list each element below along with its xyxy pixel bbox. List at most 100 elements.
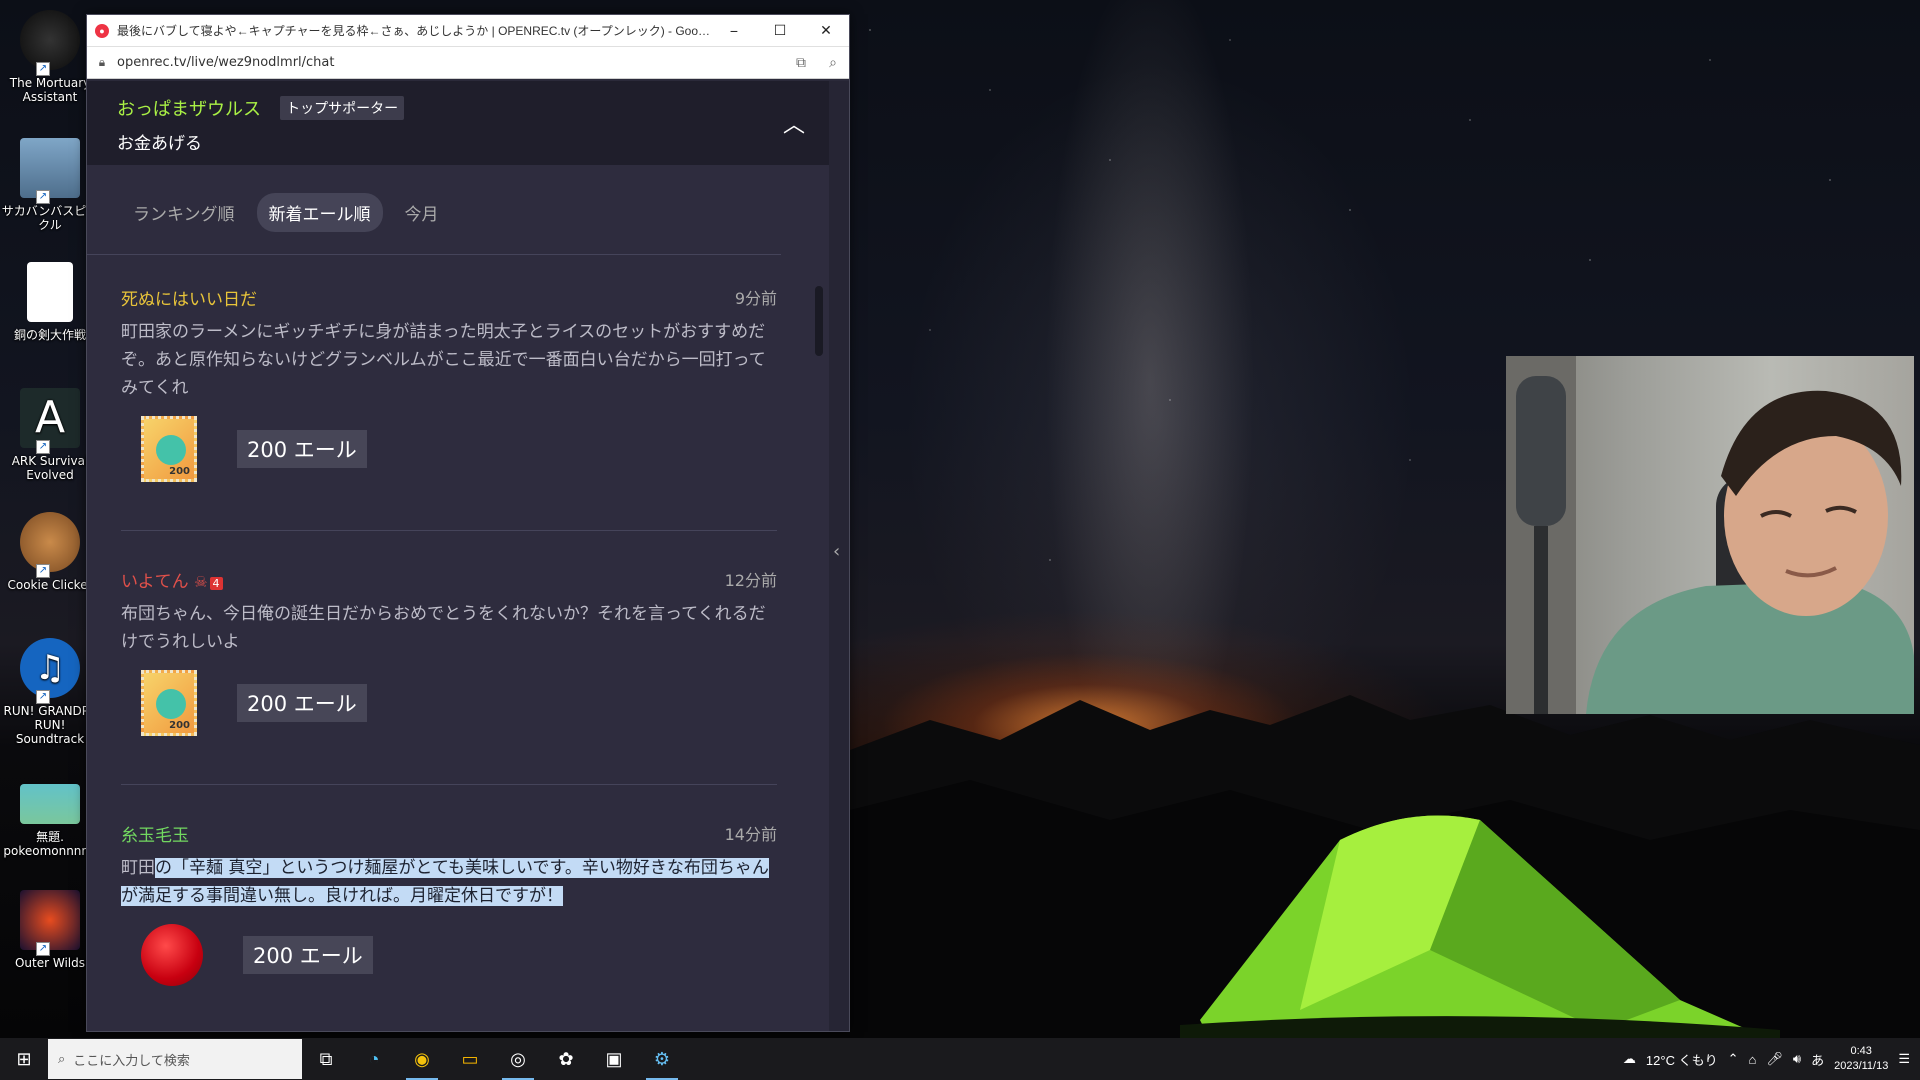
- desktop-icon-run-grandpa[interactable]: ♫ ↗ RUN! GRANDPA RUN! Soundtrack: [0, 638, 100, 746]
- ale-gift: 200 エール: [141, 924, 829, 986]
- network-icon[interactable]: ⌂: [1749, 1052, 1757, 1067]
- ale-username[interactable]: いよてん: [121, 572, 189, 592]
- stamp-icon: 200: [141, 416, 197, 482]
- mortuary-assistant-icon: ↗: [20, 10, 80, 76]
- ale-message: 布団ちゃん、今日俺の誕生日だからおめでとうをくれないか？それを言ってくれるだけで…: [121, 604, 766, 652]
- ale-item: 死ぬにはいい日だ 9分前 町田家のラーメンにギッチギチに身が詰まった明太子とライ…: [87, 285, 829, 482]
- desktop-icon-outer-wilds[interactable]: ↗ Outer Wilds: [0, 890, 100, 970]
- top-supporter-badge: トップサポーター: [280, 96, 405, 120]
- ale-gift: 200 200 エール: [141, 416, 829, 482]
- title-bar[interactable]: ● 最後にバブして寝よや←キャプチャーを見る枠←さぁ、あじしようか | OPEN…: [87, 15, 849, 47]
- ale-amount: 200 エール: [243, 936, 373, 974]
- openrec-favicon: ●: [95, 23, 109, 38]
- desktop-icon-ark[interactable]: A ↗ ARK Survival Evolved: [0, 388, 100, 482]
- stamp-icon: 200: [141, 670, 197, 736]
- webcam-overlay: [1506, 356, 1914, 714]
- chevron-left-icon[interactable]: ‹: [833, 541, 840, 562]
- desktop-icon-label: Cookie Clicker: [7, 578, 93, 592]
- ale-timestamp: 9分前: [734, 289, 777, 308]
- ale-timestamp: 14分前: [724, 825, 777, 844]
- fish-icon: ↗: [20, 138, 80, 204]
- ale-item: いよてん ☠ 4 12分前 布団ちゃん、今日俺の誕生日だからおめでとうをくれないか…: [87, 567, 829, 736]
- url-text[interactable]: openrec.tv/live/wez9nodlmrl/chat: [117, 55, 785, 70]
- system-tray: ☁ 12°C くもり ⌃ ⌂ 🎤︎ 🔊︎ あ 0:43 2023/11/13 ☰: [1623, 1044, 1920, 1074]
- steam-icon[interactable]: ⚙: [638, 1038, 686, 1080]
- desktop-icon-mortuary-assistant[interactable]: ↗ The Mortuary Assistant: [0, 10, 100, 104]
- desktop-icon-label: 無題. pokeomonnnnn: [3, 830, 97, 858]
- maximize-button[interactable]: ☐: [757, 15, 803, 47]
- ale-message-selected: の「辛麺 真空」というつけ麺屋がとても美味しいです。辛い物好きな布団ちゃんが満足…: [121, 858, 769, 906]
- tab-newest[interactable]: 新着エール順: [256, 193, 383, 232]
- edge-icon[interactable]: ◔: [350, 1038, 398, 1080]
- chrome-icon[interactable]: ◉: [398, 1038, 446, 1080]
- ale-message-plain: 町田: [121, 858, 155, 878]
- obs-icon[interactable]: ◎: [494, 1038, 542, 1080]
- ale-username[interactable]: 死ぬにはいい日だ: [121, 285, 257, 310]
- weather-icon: ☁: [1622, 1051, 1636, 1066]
- top-supporter-message: お金あげる: [117, 134, 202, 154]
- user-level-badge: 4: [209, 577, 223, 590]
- webcam-person: [1506, 356, 1914, 714]
- chrome-window[interactable]: ● 最後にバブして寝よや←キャプチャーを見る枠←さぁ、あじしようか | OPEN…: [86, 14, 850, 1032]
- ale-username[interactable]: 糸玉毛玉: [121, 821, 189, 846]
- notification-icon[interactable]: ☰: [1898, 1051, 1910, 1067]
- desktop-icon-label: The Mortuary Assistant: [9, 76, 91, 104]
- chevron-up-icon[interactable]: ︿: [783, 107, 805, 139]
- desktop-icon-untitled[interactable]: 無題. pokeomonnnnn: [0, 784, 100, 858]
- green-tent: [1180, 815, 1780, 1040]
- scrollbar[interactable]: [815, 286, 823, 356]
- image-icon: [20, 784, 80, 824]
- clock[interactable]: 0:43 2023/11/13: [1834, 1044, 1888, 1074]
- music-note-icon: ♫ ↗: [20, 638, 80, 704]
- ime-indicator[interactable]: あ: [1811, 1050, 1824, 1069]
- ale-message: 町田家のラーメンにギッチギチに身が詰まった明太子とライスのセットがおすすめだぞ。…: [121, 322, 766, 398]
- volume-icon[interactable]: 🔊︎: [1793, 1051, 1801, 1067]
- zoom-icon[interactable]: ⌕: [817, 55, 849, 71]
- task-view-icon[interactable]: ⧉: [302, 1038, 350, 1080]
- ale-timestamp: 12分前: [724, 571, 777, 590]
- microphone-icon[interactable]: 🎤︎: [1766, 1051, 1783, 1067]
- tab-this-month[interactable]: 今月: [393, 193, 451, 232]
- campfire-icon: ↗: [20, 890, 80, 956]
- desktop-icon-copper-sword[interactable]: 銅の剣大作戦: [0, 262, 100, 342]
- search-placeholder: ここに入力して検索: [73, 1052, 190, 1068]
- top-supporter-name[interactable]: おっぱまザウルス: [117, 95, 261, 121]
- file-explorer-icon[interactable]: ▭: [446, 1038, 494, 1080]
- clock-date: 2023/11/13: [1834, 1060, 1889, 1072]
- weather-text[interactable]: 12°C くもり: [1646, 1050, 1718, 1069]
- page-content: おっぱまザウルス トップサポーター お金あげる ︿ ランキング順 新着エール順 …: [87, 81, 849, 1031]
- side-rail: ‹: [829, 81, 849, 1031]
- close-button[interactable]: ✕: [803, 15, 849, 47]
- desktop-icon-label: Outer Wilds: [14, 956, 86, 970]
- desktop-icon-label: ARK Survival Evolved: [11, 454, 89, 482]
- lock-icon[interactable]: 🔒︎: [87, 55, 117, 70]
- desktop-icon-label: RUN! GRANDPA RUN! Soundtrack: [3, 704, 97, 746]
- taskbar-search[interactable]: ⌕ ここに入力して検索: [48, 1039, 302, 1079]
- address-bar[interactable]: 🔒︎ openrec.tv/live/wez9nodlmrl/chat ⧉ ⌕: [87, 47, 849, 79]
- ale-panel: おっぱまザウルス トップサポーター お金あげる ︿ ランキング順 新着エール順 …: [87, 81, 829, 1031]
- desktop-icon-cookie-clicker[interactable]: ↗ Cookie Clicker: [0, 512, 100, 592]
- divider: [121, 784, 777, 785]
- desktop-icon-label: サカバンバスピスクル: [1, 204, 99, 232]
- document-icon: [27, 262, 73, 322]
- minimize-button[interactable]: −: [711, 15, 757, 47]
- app-icon[interactable]: ✿: [542, 1038, 590, 1080]
- cookie-icon: ↗: [20, 512, 80, 578]
- window-app-icon[interactable]: ▣: [590, 1038, 638, 1080]
- ale-user-block: いよてん ☠ 4: [121, 567, 223, 592]
- desktop-icon-sakabanbaspis[interactable]: ↗ サカバンバスピスクル: [0, 138, 100, 232]
- ale-message[interactable]: 町田の「辛麺 真空」というつけ麺屋がとても美味しいです。辛い物好きな布団ちゃんが…: [121, 854, 771, 910]
- chevron-up-icon[interactable]: ⌃: [1728, 1051, 1739, 1067]
- window-title: 最後にバブして寝よや←キャプチャーを見る枠←さぁ、あじしようか | OPENRE…: [117, 24, 711, 38]
- desktop-icon-label: 銅の剣大作戦: [13, 328, 86, 342]
- tab-ranking[interactable]: ランキング順: [121, 193, 247, 232]
- translate-icon[interactable]: ⧉: [785, 55, 817, 71]
- ale-gift: 200 200 エール: [141, 670, 829, 736]
- windows-start-icon[interactable]: ⊞: [0, 1038, 48, 1080]
- search-icon: ⌕: [58, 1051, 66, 1066]
- red-ball-icon: [141, 924, 203, 986]
- devil-icon: ☠: [194, 573, 208, 591]
- ale-amount: 200 エール: [237, 430, 367, 468]
- clock-time: 0:43: [1850, 1045, 1872, 1057]
- ale-item: 糸玉毛玉 14分前 町田の「辛麺 真空」というつけ麺屋がとても美味しいです。辛い…: [87, 821, 829, 986]
